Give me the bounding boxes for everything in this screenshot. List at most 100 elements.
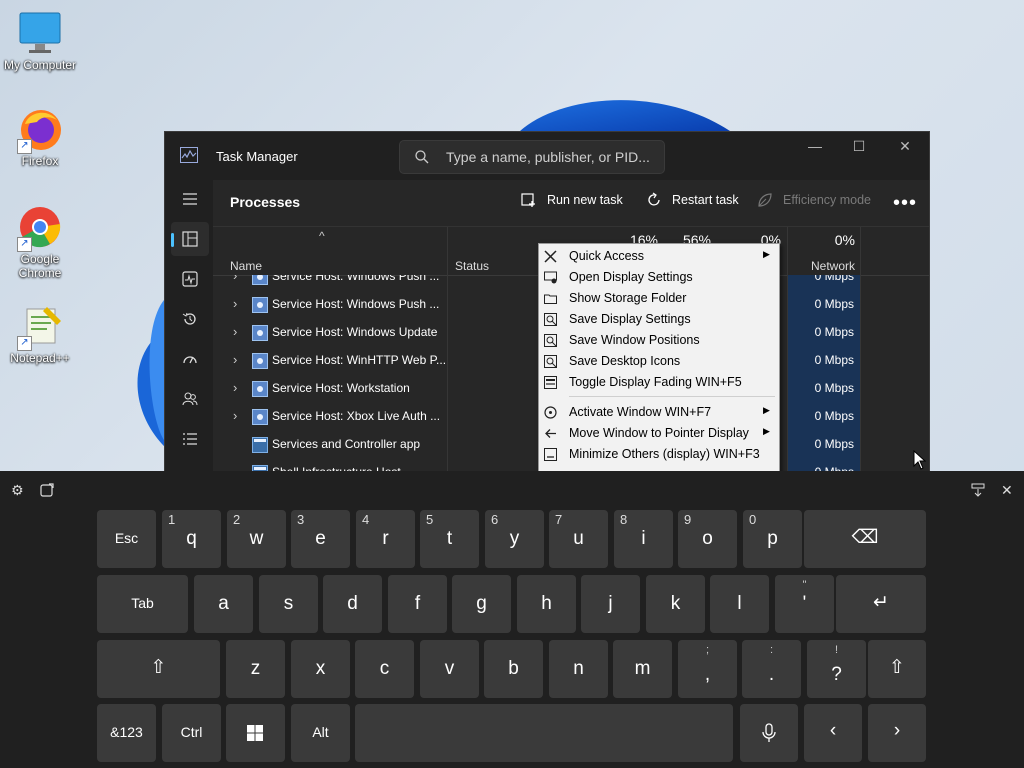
desktop-icon-my-computer[interactable]: My Computer xyxy=(0,10,80,72)
key-k[interactable]: k xyxy=(646,575,705,633)
nav-users[interactable] xyxy=(171,382,209,416)
key-w[interactable]: w2 xyxy=(227,510,286,568)
key-number: 8 xyxy=(620,512,628,527)
enter-key[interactable]: ↵ xyxy=(836,575,926,633)
close-button[interactable]: ✕ xyxy=(885,136,925,156)
restart-task-button[interactable]: Restart task xyxy=(648,192,739,207)
key-esc[interactable]: Esc xyxy=(97,510,156,568)
right-shift-key[interactable]: ⇧ xyxy=(868,640,926,698)
key-y[interactable]: y6 xyxy=(485,510,544,568)
key-f[interactable]: f xyxy=(388,575,447,633)
key-apostrophe[interactable]: ' " xyxy=(775,575,834,633)
key-e[interactable]: e3 xyxy=(291,510,350,568)
windows-key[interactable] xyxy=(226,704,285,762)
backspace-key[interactable]: ⌫ xyxy=(804,510,926,568)
desktop-icon-firefox[interactable]: ↗ Firefox xyxy=(0,106,80,168)
key-label: u xyxy=(573,528,584,549)
emoji-panel-icon[interactable] xyxy=(40,483,54,497)
run-new-task-button[interactable]: Run new task xyxy=(521,193,623,207)
search-icon xyxy=(415,150,429,164)
key-j[interactable]: j xyxy=(581,575,640,633)
key-c[interactable]: c xyxy=(355,640,414,698)
menu-item-activate-window[interactable]: Activate Window WIN+F7 ▶ xyxy=(539,402,779,423)
nav-processes[interactable] xyxy=(171,222,209,256)
left-shift-key[interactable]: ⇧ xyxy=(97,640,220,698)
chevron-right-icon[interactable]: › xyxy=(233,380,237,395)
key-a[interactable]: a xyxy=(194,575,253,633)
search-box[interactable]: Type a name, publisher, or PID... xyxy=(399,140,665,174)
key-label: h xyxy=(541,593,552,614)
key-h[interactable]: h xyxy=(517,575,576,633)
chevron-right-icon[interactable]: › xyxy=(233,352,237,367)
nav-app-history[interactable] xyxy=(171,302,209,336)
title-bar[interactable]: Task Manager Type a name, publisher, or … xyxy=(165,132,929,180)
key-m[interactable]: m xyxy=(613,640,672,698)
save-icons-icon xyxy=(544,355,557,368)
key-tab[interactable]: Tab xyxy=(97,575,188,633)
menu-item-save-window-positions[interactable]: Save Window Positions xyxy=(539,330,779,351)
efficiency-mode-button[interactable]: Efficiency mode xyxy=(758,193,871,207)
key-d[interactable]: d xyxy=(323,575,382,633)
close-keyboard-button[interactable]: ✕ xyxy=(1001,482,1013,499)
key-shift-label: " xyxy=(802,579,807,591)
key-b[interactable]: b xyxy=(484,640,543,698)
touch-keyboard: ⚙ ✕ Esc q 1 w 2 e 3 r 4 t 5 y 6 u 7 i 8 o 9 p 0 ⌫ Tab a s d f g h j k l… xyxy=(0,471,1024,768)
column-network-header[interactable]: Network xyxy=(803,259,855,273)
key-label: ‹ xyxy=(829,720,837,741)
key-s[interactable]: s xyxy=(259,575,318,633)
menu-item-show-storage-folder[interactable]: Show Storage Folder xyxy=(539,288,779,309)
key-n[interactable]: n xyxy=(549,640,608,698)
menu-item-save-desktop-icons[interactable]: Save Desktop Icons xyxy=(539,351,779,372)
more-options-button[interactable]: ••• xyxy=(893,192,917,215)
chevron-right-icon[interactable]: › xyxy=(233,408,237,423)
microphone-icon xyxy=(762,723,776,742)
column-status-header[interactable]: Status xyxy=(455,259,489,273)
chevron-right-icon[interactable]: › xyxy=(233,296,237,311)
ctrl-key[interactable]: Ctrl xyxy=(162,704,221,762)
hamburger-menu-button[interactable] xyxy=(171,182,209,216)
left-arrow-key[interactable]: ‹ xyxy=(804,704,862,762)
column-name-header[interactable]: Name xyxy=(230,259,262,273)
right-arrow-key[interactable]: › xyxy=(868,704,926,762)
key-label: Alt xyxy=(312,724,329,740)
menu-item-minimize-others[interactable]: Minimize Others (display) WIN+F3 xyxy=(539,444,779,465)
minimize-button[interactable]: — xyxy=(795,136,835,156)
key-v[interactable]: v xyxy=(420,640,479,698)
symbols-key[interactable]: &123 xyxy=(97,704,156,762)
alt-key[interactable]: Alt xyxy=(291,704,350,762)
fading-icon xyxy=(544,376,557,389)
microphone-key[interactable] xyxy=(740,704,798,762)
key-r[interactable]: r4 xyxy=(356,510,415,568)
key-q[interactable]: q1 xyxy=(162,510,221,568)
chevron-right-icon[interactable]: › xyxy=(233,324,237,339)
menu-item-toggle-display-fading[interactable]: Toggle Display Fading WIN+F5 xyxy=(539,372,779,393)
key-i[interactable]: i8 xyxy=(614,510,673,568)
menu-item-save-display-settings[interactable]: Save Display Settings xyxy=(539,309,779,330)
desktop-icon-label: My Computer xyxy=(3,58,77,72)
key-x[interactable]: x xyxy=(291,640,350,698)
key-g[interactable]: g xyxy=(452,575,511,633)
chevron-right-icon[interactable]: › xyxy=(233,275,237,283)
maximize-button[interactable]: ☐ xyxy=(839,136,879,156)
nav-startup-apps[interactable] xyxy=(171,342,209,376)
key-p[interactable]: p0 xyxy=(743,510,802,568)
space-key[interactable] xyxy=(355,704,733,762)
key-u[interactable]: u7 xyxy=(549,510,608,568)
key-z[interactable]: z xyxy=(226,640,285,698)
column-network-pct[interactable]: 0% xyxy=(803,232,855,248)
key-t[interactable]: t5 xyxy=(420,510,479,568)
menu-item-move-window-to-pointer-display[interactable]: Move Window to Pointer Display ▶ xyxy=(539,423,779,444)
key-l[interactable]: l xyxy=(710,575,769,633)
keyboard-settings-icon[interactable]: ⚙ xyxy=(11,482,24,499)
key-comma[interactable]: ,; xyxy=(678,640,737,698)
key-question[interactable]: ?! xyxy=(807,640,866,698)
key-period[interactable]: .: xyxy=(742,640,801,698)
menu-item-quick-access[interactable]: Quick Access ▶ xyxy=(539,246,779,267)
nav-details[interactable] xyxy=(171,422,209,456)
desktop-icon-google-chrome[interactable]: ↗ Google Chrome xyxy=(0,204,80,280)
key-o[interactable]: o9 xyxy=(678,510,737,568)
dock-keyboard-icon[interactable] xyxy=(971,483,985,497)
menu-item-open-display-settings[interactable]: Open Display Settings xyxy=(539,267,779,288)
desktop-icon-notepadpp[interactable]: ↗ Notepad++ xyxy=(0,303,80,365)
nav-performance[interactable] xyxy=(171,262,209,296)
